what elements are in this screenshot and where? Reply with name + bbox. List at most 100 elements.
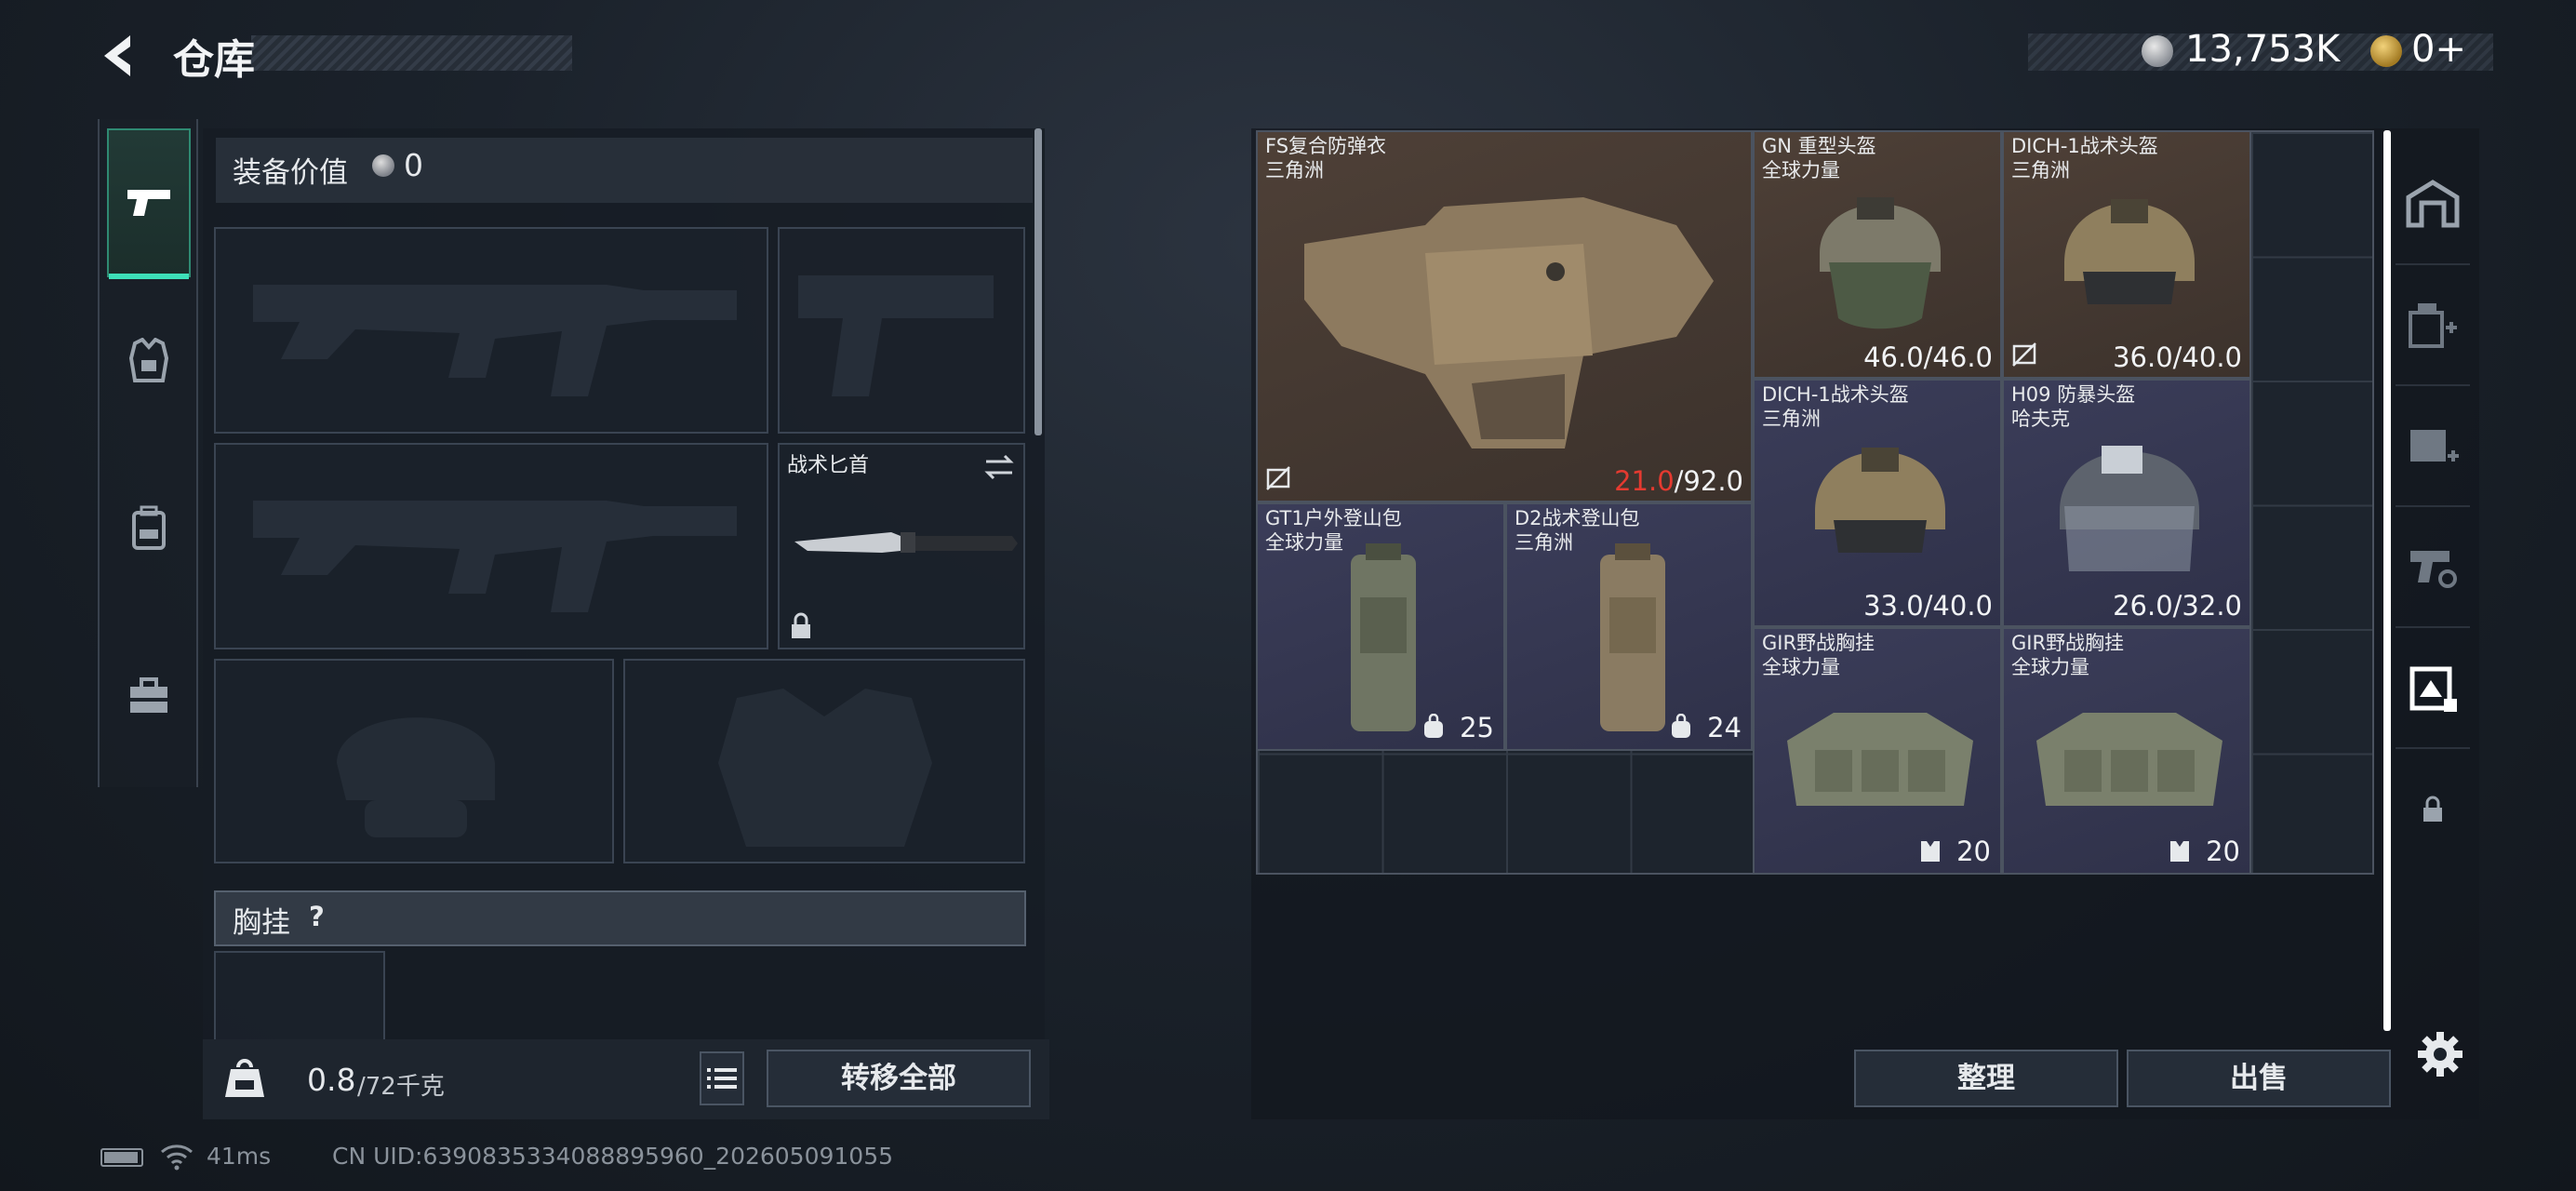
helmet-image: [2064, 199, 2195, 304]
melee-slot-label: 战术匕首: [787, 454, 870, 477]
item-brand: 三角洲: [1265, 159, 1324, 181]
rifle-silhouette: [253, 285, 737, 396]
item-body-armor[interactable]: FS复合防弹衣 三角洲 21.0/92.0: [1256, 130, 1753, 502]
page-title: 仓库: [173, 36, 255, 84]
wifi-icon: [161, 1144, 193, 1171]
storage-tabs: [2396, 144, 2470, 935]
broken-icon: [2012, 342, 2036, 367]
item-brand: 全球力量: [1762, 656, 1840, 678]
melee-slot[interactable]: 战术匕首: [778, 443, 1025, 649]
settings-icon[interactable]: [2414, 1028, 2466, 1080]
helmet-image: [1815, 448, 1945, 553]
warehouse-icon: [2406, 180, 2460, 228]
toolbox-icon: [130, 677, 167, 713]
helmet-silhouette: [337, 717, 495, 837]
nav-backpack[interactable]: [107, 454, 191, 603]
item-brand: 全球力量: [1762, 159, 1840, 181]
item-backpack-d2[interactable]: D2战术登山包 三角洲 24: [1505, 502, 1753, 751]
item-helmet-gn[interactable]: GN 重型头盔 全球力量 46.0/46.0: [1753, 130, 2002, 379]
list-view-button[interactable]: [700, 1051, 744, 1105]
item-brand: 三角洲: [1762, 408, 1821, 430]
helmet-image: [2060, 446, 2199, 571]
nav-armor[interactable]: [107, 287, 191, 435]
capacity-icon: [1424, 714, 1443, 738]
vest-image: [1787, 713, 1973, 806]
silver-coin-icon: [372, 154, 394, 177]
weight-current: 0.8: [307, 1062, 356, 1098]
armor-slot[interactable]: [623, 659, 1025, 863]
sidearm-slot[interactable]: [778, 227, 1025, 434]
equipment-value-label: 装备价值: [233, 156, 348, 190]
item-brand: 全球力量: [1265, 531, 1343, 554]
vest-label: 胸挂: [233, 906, 290, 940]
item-name: DICH-1战术头盔: [2011, 135, 2158, 157]
loadout-scrollbar[interactable]: [1034, 128, 1042, 435]
item-helmet-dich1[interactable]: DICH-1战术头盔 三角洲 33.0/40.0: [1753, 379, 2002, 627]
item-durability: 46.0/46.0: [1863, 341, 1993, 373]
armor-silhouette: [718, 689, 932, 847]
item-name: FS复合防弹衣: [1265, 135, 1387, 157]
item-name: GT1户外登山包: [1265, 507, 1402, 529]
weight-icon: [225, 1059, 264, 1097]
storage-add-icon: [2410, 430, 2459, 462]
item-durability: 21.0/92.0: [1614, 465, 1743, 497]
ping-text: 41ms: [207, 1143, 272, 1170]
storage-weapon-icon: [2410, 551, 2457, 588]
helmet-slot[interactable]: [214, 659, 614, 863]
nav-misc[interactable]: [107, 622, 191, 770]
item-helmet-h09[interactable]: H09 防暴头盔 哈夫克 26.0/32.0: [2002, 379, 2251, 627]
organize-button[interactable]: 整理: [1854, 1050, 2118, 1107]
armor-icon: [128, 338, 169, 382]
item-brand: 三角洲: [1515, 531, 1573, 554]
money-amount: 13,753K: [2185, 28, 2341, 71]
title-decoration: [251, 35, 572, 71]
token-amount[interactable]: 0+: [2411, 28, 2466, 71]
list-icon: [707, 1068, 737, 1089]
item-capacity: 25: [1460, 712, 1494, 743]
backpack-icon: [132, 505, 166, 550]
primary-weapon-slot[interactable]: [214, 227, 768, 434]
rifle-silhouette: [253, 501, 737, 612]
storage-box-icon: [2409, 303, 2457, 348]
swap-icon[interactable]: [982, 452, 1016, 482]
item-durability: 33.0/40.0: [1863, 590, 1993, 622]
item-vest-gir[interactable]: GIR野战胸挂 全球力量 20: [2002, 627, 2251, 875]
lock-icon: [2423, 796, 2442, 822]
transfer-all-button[interactable]: 转移全部: [767, 1050, 1031, 1107]
storage-tab-4[interactable]: [2396, 507, 2470, 628]
vest-slot[interactable]: [214, 951, 385, 1044]
knife-image: [794, 532, 1018, 553]
equipment-value: 0: [404, 147, 423, 183]
storage-tab-2[interactable]: [2396, 265, 2470, 386]
item-helmet-dich1[interactable]: DICH-1战术头盔 三角洲 36.0/40.0: [2002, 130, 2251, 379]
capacity-icon: [2170, 841, 2189, 862]
durability-current: 21.0: [1614, 465, 1675, 497]
durability-max: /92.0: [1674, 465, 1743, 497]
broken-icon: [1266, 466, 1290, 490]
item-durability: 36.0/40.0: [2113, 341, 2242, 373]
storage-tab-all[interactable]: [2396, 144, 2470, 265]
storage-scrollbar[interactable]: [2383, 130, 2391, 1031]
item-capacity: 24: [1707, 712, 1742, 743]
vest-help-button[interactable]: ?: [309, 901, 325, 932]
item-name: DICH-1战术头盔: [1762, 383, 1909, 406]
item-name: GIR野战胸挂: [2011, 632, 2125, 654]
category-nav: [98, 119, 198, 787]
storage-tab-5[interactable]: [2396, 628, 2470, 749]
gold-coin-icon: [2370, 35, 2402, 67]
storage-tab-3[interactable]: [2396, 386, 2470, 507]
battery-icon: [100, 1148, 143, 1167]
item-backpack-gt1[interactable]: GT1户外登山包 全球力量 25: [1256, 502, 1505, 751]
item-name: D2战术登山包: [1515, 507, 1640, 529]
item-capacity: 20: [2206, 836, 2240, 867]
item-vest-gir[interactable]: GIR野战胸挂 全球力量 20: [1753, 627, 2002, 875]
secondary-weapon-slot[interactable]: [214, 443, 768, 649]
weight-max: /72千克: [357, 1073, 445, 1101]
sell-button[interactable]: 出售: [2127, 1050, 2391, 1107]
capacity-icon: [1672, 714, 1690, 738]
back-arrow-icon[interactable]: [93, 28, 149, 84]
capacity-icon: [1921, 841, 1940, 862]
nav-weapons[interactable]: [107, 128, 191, 279]
storage-equipment-icon: [2409, 666, 2457, 712]
lock-icon: [792, 612, 810, 638]
